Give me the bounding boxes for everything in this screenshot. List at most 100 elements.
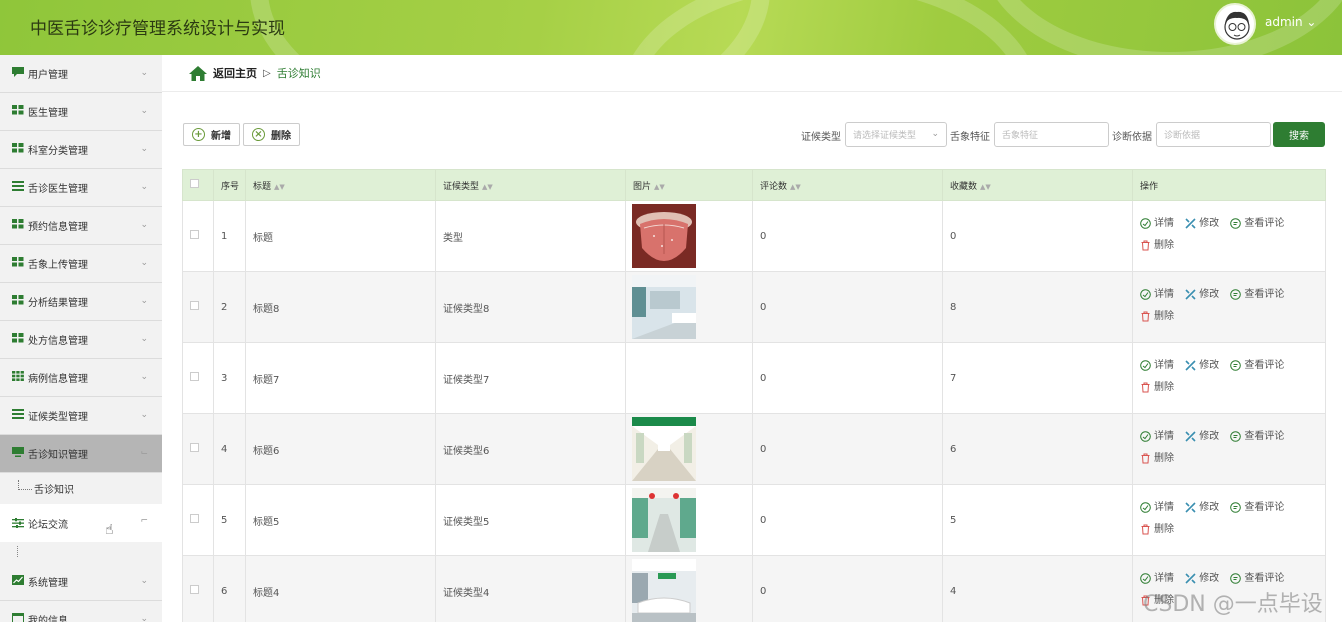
- col-header-comments[interactable]: 评论数 ▲▼: [752, 169, 943, 201]
- edit-button[interactable]: 修改: [1185, 427, 1219, 446]
- sidebar-item-10[interactable]: 舌诊知识管理 ⌙: [0, 435, 162, 473]
- col-header-title[interactable]: 标题 ▲▼: [245, 169, 436, 201]
- list-icon: [12, 409, 28, 422]
- select-all-checkbox[interactable]: [190, 179, 199, 188]
- cell-ops: 详情 修改 查看评论 删除: [1132, 200, 1326, 272]
- row-select-cell[interactable]: [182, 413, 214, 485]
- edit-button[interactable]: 修改: [1185, 498, 1219, 517]
- sort-icon[interactable]: ▲▼: [790, 183, 801, 191]
- sidebar-item-4[interactable]: 预约信息管理 ⌄: [0, 207, 162, 245]
- detail-button[interactable]: 详情: [1140, 427, 1174, 446]
- tongue-image[interactable]: [632, 204, 696, 268]
- row-delete-button[interactable]: 删除: [1140, 449, 1174, 468]
- sort-icon[interactable]: ▲▼: [980, 183, 991, 191]
- edit-icon: [1185, 431, 1196, 442]
- breadcrumb-home[interactable]: 返回主页: [213, 65, 257, 81]
- hospital-hall-image[interactable]: [632, 275, 696, 339]
- sidebar-item-6[interactable]: 分析结果管理 ⌄: [0, 283, 162, 321]
- search-button[interactable]: 搜索: [1273, 122, 1325, 147]
- type-select[interactable]: 请选择证候类型 ⌄: [845, 122, 947, 147]
- row-checkbox[interactable]: [190, 372, 199, 381]
- row-delete-button[interactable]: 删除: [1140, 236, 1174, 255]
- hospital-lobby-image[interactable]: [632, 488, 696, 552]
- sidebar-item-5[interactable]: 舌象上传管理 ⌄: [0, 245, 162, 283]
- feature-input[interactable]: 舌象特征: [994, 122, 1109, 147]
- view-comments-button[interactable]: 查看评论: [1230, 285, 1284, 304]
- cell-ops: 详情 修改 查看评论 删除: [1132, 413, 1326, 485]
- cell-image: [625, 342, 753, 414]
- row-select-cell[interactable]: [182, 484, 214, 556]
- edit-button[interactable]: 修改: [1185, 356, 1219, 375]
- add-label: 新增: [211, 131, 231, 142]
- view-comments-button[interactable]: 查看评论: [1230, 356, 1284, 375]
- trash-icon: [1141, 311, 1150, 322]
- detail-button[interactable]: 详情: [1140, 285, 1174, 304]
- cell-favs: 5: [942, 484, 1133, 556]
- sidebar-item-8[interactable]: 病例信息管理 ⌄: [0, 359, 162, 397]
- row-delete-button[interactable]: 删除: [1140, 307, 1174, 326]
- cell-no: 6: [213, 555, 246, 622]
- row-checkbox[interactable]: [190, 514, 199, 523]
- detail-icon: [1140, 502, 1151, 513]
- detail-button[interactable]: 详情: [1140, 498, 1174, 517]
- table-header-row: 序号 标题 ▲▼ 证候类型 ▲▼ 图片 ▲▼ 评论数 ▲▼ 收藏数 ▲▼ 操作: [182, 169, 1326, 201]
- sort-icon[interactable]: ▲▼: [482, 183, 493, 191]
- sidebar-item-9[interactable]: 证候类型管理 ⌄: [0, 397, 162, 435]
- row-checkbox[interactable]: [190, 585, 199, 594]
- delete-button[interactable]: × 删除: [243, 123, 300, 146]
- row-select-cell[interactable]: [182, 342, 214, 414]
- edit-button[interactable]: 修改: [1185, 285, 1219, 304]
- col-header-favs[interactable]: 收藏数 ▲▼: [942, 169, 1133, 201]
- hospital-corridor-image[interactable]: [632, 417, 696, 481]
- view-comments-button[interactable]: 查看评论: [1230, 427, 1284, 446]
- avatar[interactable]: [1214, 3, 1256, 45]
- home-icon[interactable]: [189, 65, 207, 81]
- edit-icon: [1185, 289, 1196, 300]
- detail-button[interactable]: 详情: [1140, 214, 1174, 233]
- detail-button[interactable]: 详情: [1140, 356, 1174, 375]
- sort-icon[interactable]: ▲▼: [654, 183, 665, 191]
- tree-connector: [17, 546, 18, 557]
- view-comments-button[interactable]: 查看评论: [1230, 214, 1284, 233]
- col-header-image[interactable]: 图片 ▲▼: [625, 169, 753, 201]
- row-checkbox[interactable]: [190, 301, 199, 310]
- sidebar-item-2[interactable]: 科室分类管理 ⌄: [0, 131, 162, 169]
- row-checkbox[interactable]: [190, 230, 199, 239]
- watermark: CSDN @一点毕设: [1143, 592, 1323, 617]
- add-button[interactable]: + 新增: [183, 123, 240, 146]
- cell-image: [625, 484, 753, 556]
- row-select-cell[interactable]: [182, 555, 214, 622]
- row-checkbox[interactable]: [190, 443, 199, 452]
- view-comments-button[interactable]: 查看评论: [1230, 498, 1284, 517]
- close-icon: ×: [252, 128, 265, 141]
- col-header-type[interactable]: 证候类型 ▲▼: [435, 169, 626, 201]
- sidebar-item-7[interactable]: 处方信息管理 ⌄: [0, 321, 162, 359]
- edit-button[interactable]: 修改: [1185, 214, 1219, 233]
- user-menu[interactable]: admin ⌄: [1265, 15, 1316, 29]
- sidebar-subitem-tongue-knowledge[interactable]: 舌诊知识: [0, 473, 162, 504]
- row-select-cell[interactable]: [182, 200, 214, 272]
- row-delete-button[interactable]: 删除: [1140, 378, 1174, 397]
- sidebar-item-0[interactable]: 用户管理 ⌄: [0, 55, 162, 93]
- cell-type: 证候类型6: [435, 413, 626, 485]
- basis-filter-label: 诊断依据: [1112, 132, 1152, 143]
- sidebar-item-11[interactable]: 系统管理 ⌄: [0, 563, 162, 601]
- top-header: 中医舌诊诊疗管理系统设计与实现 admin ⌄: [0, 0, 1342, 55]
- sidebar-item-1[interactable]: 医生管理 ⌄: [0, 93, 162, 131]
- sidebar-item-12[interactable]: 我的信息 ⌄: [0, 601, 162, 622]
- chevron-down-icon: ⌄: [140, 334, 148, 344]
- basis-input[interactable]: 诊断依据: [1156, 122, 1271, 147]
- edit-icon: [1185, 502, 1196, 513]
- sidebar-item-forum[interactable]: 论坛交流 ⌐: [0, 504, 162, 542]
- sidebar-item-3[interactable]: 舌诊医生管理 ⌄: [0, 169, 162, 207]
- chevron-down-icon: ⌄: [140, 106, 148, 116]
- sidebar-item-label: 舌象上传管理: [28, 260, 88, 271]
- grid-icon: [12, 105, 28, 118]
- row-delete-button[interactable]: 删除: [1140, 520, 1174, 539]
- sort-icon[interactable]: ▲▼: [274, 183, 285, 191]
- reception-image[interactable]: [632, 559, 696, 622]
- row-select-cell[interactable]: [182, 271, 214, 343]
- feature-input-placeholder: 舌象特征: [1002, 131, 1039, 141]
- select-all-cell[interactable]: [182, 169, 214, 201]
- tree-connector: [18, 479, 32, 490]
